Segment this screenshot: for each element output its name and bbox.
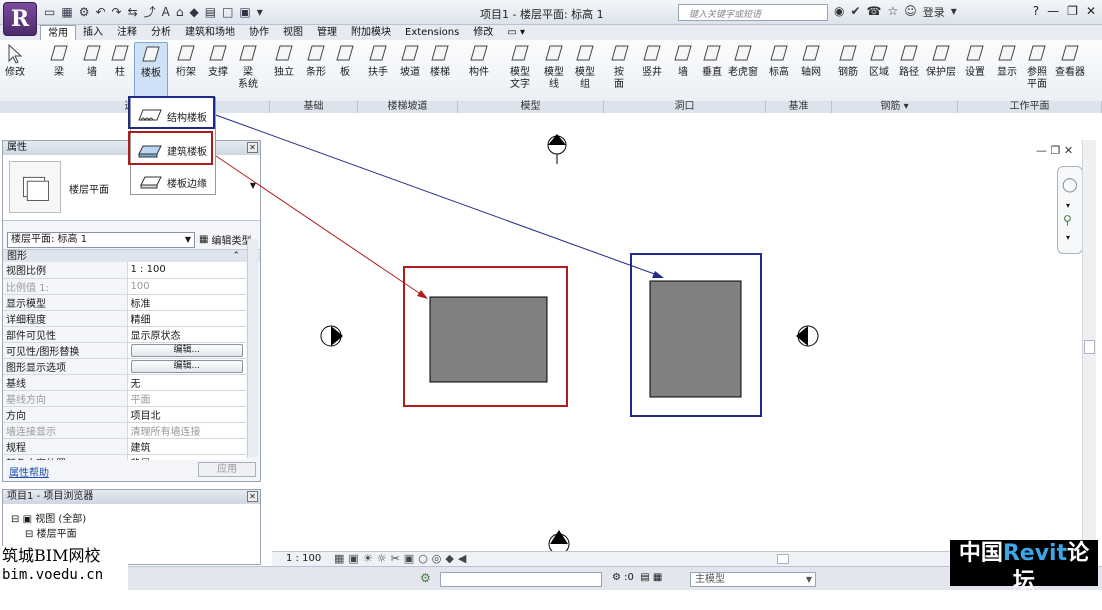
architectural-floor-slab[interactable] [429,296,548,383]
worksets-icon[interactable]: ⚙ [420,571,431,585]
design-options-count: ⚙ :0 ▤ ▦ [612,572,662,583]
red-arrow-head [417,290,428,299]
editable-icon[interactable]: ▤ [640,572,649,583]
view-scale[interactable]: 1 : 100 [286,553,321,564]
elevation-marker-west[interactable] [320,325,343,347]
wm-accent: Revit [1002,541,1068,566]
blue-arrow-line [212,113,661,277]
watermark-right-title: 中国Revit论坛 [950,540,1098,596]
watermark-left-title: 筑城BIM网校 [2,546,101,565]
detail-level-icon[interactable]: ▦ [334,552,348,565]
temp-hide-icon[interactable]: ○ [418,552,432,565]
view-minimize-icon[interactable]: — [1036,144,1047,157]
shadows-icon[interactable]: ☼ [377,552,391,565]
zero-value: :0 [624,572,634,583]
watermark-right: 中国Revit论坛 www.chinarevit.com [950,540,1098,609]
chevron-down-icon: ▼ [805,575,812,584]
view-restore-icon[interactable]: ❐ [1051,144,1061,157]
view-control-icons: ▦▣☀☼✂▣○◎◆◀ [334,552,470,565]
view-close-icon[interactable]: ✕ [1064,144,1073,157]
zoom-icon[interactable]: ⚲ [1063,213,1072,227]
watermark-left-url: bim.voedu.cn [2,567,104,583]
structural-floor-highlight [128,96,215,129]
watermark-left: 筑城BIM网校 bim.voedu.cn [0,546,128,590]
wm-pre: 中国 [958,541,1003,566]
floor-edge-icon [140,176,162,189]
red-arrow-line [212,153,426,298]
view-window-controls: — ❐ ✕ [1036,144,1073,157]
crop-icon[interactable]: ✂ [391,552,404,565]
show-crop-icon[interactable]: ▣ [404,552,418,565]
canvas-horizontal-thumb[interactable] [777,554,789,564]
watermark-right-url: www.chinarevit.com [960,596,1088,609]
elevation-marker-east[interactable] [796,325,819,347]
visual-style-icon[interactable]: ▣ [348,552,362,565]
canvas-overlay [212,113,819,555]
structural-floor-slab[interactable] [649,280,742,398]
application-menu-button[interactable]: R [3,2,37,36]
scroll-left-icon[interactable]: ◀ [458,552,470,565]
steering-wheel-icon[interactable]: ◯ [1062,177,1078,193]
reveal-hidden-icon[interactable]: ◎ [432,552,446,565]
analytical-icon[interactable]: ◆ [445,552,457,565]
blue-arrow-head [652,271,664,278]
main-model-value: 主模型 [695,574,725,585]
workset-select[interactable] [440,572,602,587]
floor-edge-item[interactable]: 楼板边缘 [137,172,207,192]
canvas-scroll-thumb[interactable] [1084,340,1095,354]
zoom-dropdown-icon[interactable]: ▾ [1066,233,1070,242]
design-option-icon[interactable]: ▦ [653,572,662,583]
floor-edge-label: 楼板边缘 [167,178,207,190]
wheel-dropdown-icon[interactable]: ▾ [1066,201,1070,210]
main-model-select[interactable]: 主模型 ▼ [690,572,816,587]
sun-path-icon[interactable]: ☀ [363,552,377,565]
elevation-marker-north[interactable] [547,134,567,164]
architectural-floor-highlight [128,131,213,165]
filter-icon[interactable]: ⚙ [612,572,621,583]
navigation-bar: ◯ ▾ ⚲ ▾ [1057,166,1083,254]
